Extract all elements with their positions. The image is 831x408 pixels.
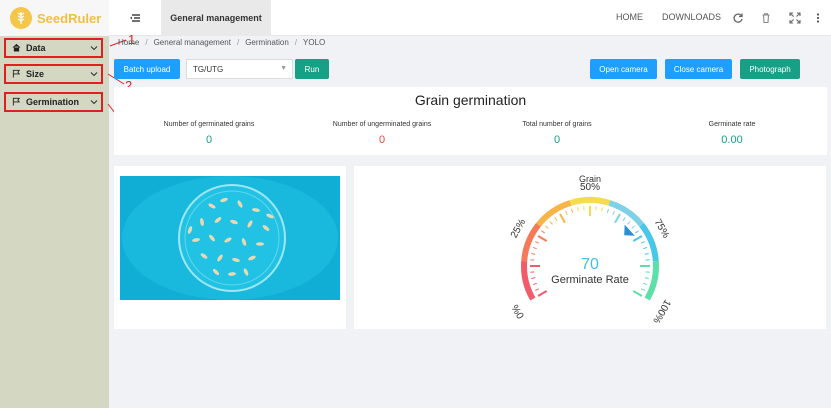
wheat-icon — [10, 7, 32, 29]
gauge-arc-segment — [608, 200, 644, 227]
stat-label: Number of ungerminated grains — [332, 121, 432, 128]
gauge-tick — [541, 230, 545, 234]
gauge-tick — [531, 277, 536, 279]
fullscreen-icon[interactable] — [789, 11, 801, 24]
sidebar-item-label: Data — [26, 43, 46, 53]
close-camera-button[interactable]: Close camera — [665, 59, 732, 79]
gauge-tick — [570, 208, 574, 213]
logo-text: SeedRuler — [37, 10, 102, 26]
gauge-label: Germinate Rate — [551, 274, 629, 286]
stat-value: 0.00 — [721, 134, 743, 146]
sidebar-item-size[interactable]: Size — [4, 64, 103, 84]
flag-icon — [12, 97, 21, 108]
gauge-tick — [565, 210, 568, 216]
home-icon — [12, 43, 21, 54]
sidebar-item-label: Size — [26, 69, 45, 79]
run-button[interactable]: Run — [295, 59, 329, 79]
sidebar-item-label: Germination — [26, 97, 80, 107]
nav-downloads-link[interactable]: DOWNLOADS — [662, 12, 721, 22]
stats-card: Grain germination Number of germinated g… — [114, 87, 827, 155]
breadcrumb: Home / General management / Germination … — [118, 38, 326, 47]
flag-icon — [12, 69, 21, 80]
gauge-tick — [622, 217, 626, 221]
gauge-tick — [531, 253, 536, 255]
gauge-tick — [627, 221, 631, 225]
logo[interactable]: SeedRuler — [0, 0, 109, 36]
gauge-tick — [635, 230, 639, 234]
stat-germinated: Number of germinated grains 0 — [119, 121, 299, 146]
gauge-tick — [532, 282, 537, 286]
model-select[interactable]: TG/UTG ▼ — [186, 59, 293, 79]
gauge-arc-segment — [639, 222, 659, 262]
tab-general-management[interactable]: General management — [161, 0, 271, 36]
gauge-tick-label: 25% — [509, 217, 529, 240]
gauge-tick — [644, 277, 649, 279]
stat-value: 0 — [553, 134, 561, 146]
gauge-tick — [614, 213, 621, 224]
gauge-tick — [549, 221, 553, 225]
batch-upload-button[interactable]: Batch upload — [114, 59, 180, 79]
gauge-tick — [545, 225, 549, 229]
gauge-tick — [606, 208, 610, 213]
gauge-tick-label: 100% — [650, 297, 672, 325]
germinate-rate-gauge: 0% 25% 50% 75% 100% 70 Germinate Rate — [509, 182, 673, 325]
nav-home-link[interactable]: HOME — [616, 12, 643, 22]
photograph-button[interactable]: Photograph — [740, 59, 800, 79]
chevron-down-icon — [90, 43, 98, 53]
stat-label: Total number of grains — [522, 121, 592, 128]
gauge-tick — [537, 290, 548, 297]
chevron-down-icon — [90, 97, 98, 107]
gauge-tick — [554, 217, 558, 221]
sidebar-item-germination[interactable]: Germination — [4, 92, 103, 112]
gauge-tick-label: 0% — [510, 302, 527, 320]
trash-icon[interactable] — [760, 11, 772, 24]
breadcrumb-general-management[interactable]: General management — [154, 38, 231, 47]
gauge-tick — [601, 207, 603, 212]
stat-label: Number of germinated grains — [163, 121, 255, 128]
breadcrumb-germination[interactable]: Germination — [245, 38, 289, 47]
top-bar: SeedRuler General management HOME DOWNLO… — [0, 0, 831, 36]
breadcrumb-yolo: YOLO — [303, 38, 326, 47]
gauge-tick-label: 75% — [652, 217, 672, 240]
seed-petri-dish-image — [120, 176, 340, 300]
gauge-card: Grain 0% 25% 50% 75% 100% 70 Germinate Rate — [354, 166, 826, 329]
menu-toggle-icon[interactable] — [128, 10, 144, 26]
gauge-tick — [632, 235, 643, 242]
gauge-arc-segment — [569, 197, 611, 206]
gauge-tick — [643, 282, 648, 286]
gauge-pointer — [624, 224, 635, 236]
gauge-tick — [640, 241, 646, 244]
open-camera-button[interactable]: Open camera — [590, 59, 657, 79]
stat-ungerminated: Number of ungerminated grains 0 — [292, 121, 472, 146]
model-select-value: TG/UTG — [193, 64, 224, 74]
stat-value: 0 — [378, 134, 386, 146]
chevron-down-icon: ▼ — [280, 65, 287, 72]
gauge-tick — [577, 207, 579, 212]
stat-total: Total number of grains 0 — [467, 121, 647, 146]
gauge-tick — [534, 241, 540, 244]
stats-title: Grain germination — [414, 92, 527, 108]
gauge-tick — [631, 225, 635, 229]
refresh-icon[interactable] — [732, 11, 744, 23]
breadcrumb-home[interactable]: Home — [118, 38, 139, 47]
stat-germinate-rate: Germinate rate 0.00 — [642, 121, 822, 146]
gauge-tick — [532, 246, 537, 250]
more-vertical-icon[interactable] — [815, 11, 821, 23]
stat-label: Germinate rate — [708, 121, 756, 128]
gauge-tick — [644, 253, 649, 255]
sidebar-item-data[interactable]: Data — [4, 38, 103, 58]
gauge-tick — [643, 246, 648, 250]
gauge-tick — [612, 210, 615, 216]
gauge-tick-label: 50% — [580, 182, 600, 193]
gauge-tick — [640, 288, 646, 291]
gauge-tick — [632, 290, 643, 297]
gauge-value: 70 — [581, 256, 599, 273]
stat-value: 0 — [205, 134, 213, 146]
gauge-arc-segment — [521, 222, 541, 262]
gauge-arc-segment — [536, 200, 572, 227]
gauge-tick — [559, 213, 566, 224]
gauge-tick — [534, 288, 540, 291]
chevron-down-icon — [90, 69, 98, 79]
gauge-tick — [537, 235, 548, 242]
